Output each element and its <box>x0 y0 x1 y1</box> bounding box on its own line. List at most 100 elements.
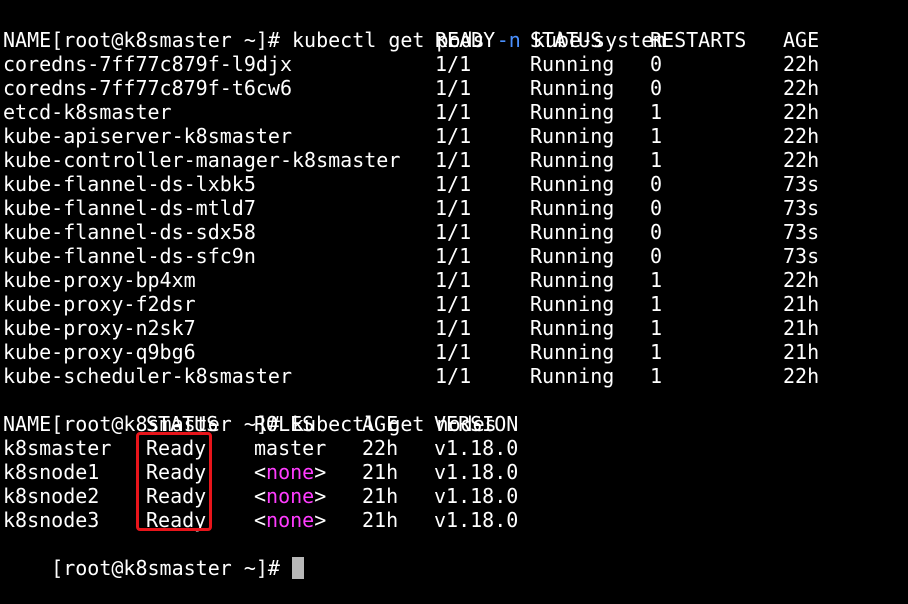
cell-ready: 1/1 <box>435 100 472 124</box>
cell-age: 73s <box>783 244 820 268</box>
cell-name: kube-flannel-ds-sdx58 <box>3 220 256 244</box>
text-cursor[interactable] <box>291 557 304 579</box>
cell-name: kube-flannel-ds-mtld7 <box>3 196 256 220</box>
cell-status: Running <box>530 364 615 388</box>
cell-roles: <none> <box>254 460 327 484</box>
cell-restarts: 0 <box>650 196 663 220</box>
cell-ready: 1/1 <box>435 148 472 172</box>
cell-status: Running <box>530 220 615 244</box>
cell-name: kube-apiserver-k8smaster <box>3 124 292 148</box>
cell-version: v1.18.0 <box>434 436 519 460</box>
cell-restarts: 0 <box>650 244 663 268</box>
cell-ready: 1/1 <box>435 220 472 244</box>
cell-name: kube-flannel-ds-sfc9n <box>3 244 256 268</box>
cell-restarts: 1 <box>650 268 663 292</box>
cell-ready: 1/1 <box>435 316 472 340</box>
cell-age: 73s <box>783 196 820 220</box>
cell-restarts: 1 <box>650 340 663 364</box>
cell-ready: 1/1 <box>435 268 472 292</box>
header-age: AGE <box>362 412 399 436</box>
header-ready: READY <box>435 28 496 52</box>
command-line-get-nodes: [root@k8smaster ~]# kubectl get nodes <box>3 388 497 436</box>
header-version: VERSION <box>434 412 519 436</box>
cell-age: 22h <box>783 100 820 124</box>
cell-age: 22h <box>783 148 820 172</box>
cell-name: etcd-k8smaster <box>3 100 172 124</box>
cell-age: 21h <box>362 460 399 484</box>
header-status: STATUS <box>530 28 603 52</box>
cell-name: kube-proxy-f2dsr <box>3 292 196 316</box>
cell-status: Running <box>530 196 615 220</box>
namespace-flag: -n <box>496 28 521 52</box>
cell-age: 21h <box>362 508 399 532</box>
cell-name: k8snode1 <box>3 460 100 484</box>
cell-name: kube-proxy-bp4xm <box>3 268 196 292</box>
cell-ready: 1/1 <box>435 52 472 76</box>
cell-roles: master <box>254 436 327 460</box>
cell-name: kube-proxy-n2sk7 <box>3 316 196 340</box>
cell-ready: 1/1 <box>435 244 472 268</box>
cell-restarts: 0 <box>650 76 663 100</box>
cell-age: 21h <box>783 340 820 364</box>
cell-age: 22h <box>783 124 820 148</box>
header-restarts: RESTARTS <box>650 28 747 52</box>
cell-restarts: 1 <box>650 124 663 148</box>
cell-status: Running <box>530 100 615 124</box>
cell-restarts: 0 <box>650 52 663 76</box>
cell-name: kube-scheduler-k8smaster <box>3 364 292 388</box>
cell-age: 22h <box>783 364 820 388</box>
shell-prompt: [root@k8smaster ~]# <box>51 28 280 52</box>
cell-restarts: 0 <box>650 172 663 196</box>
cell-ready: 1/1 <box>435 292 472 316</box>
cell-restarts: 1 <box>650 148 663 172</box>
cell-ready: 1/1 <box>435 364 472 388</box>
cell-status: Running <box>530 292 615 316</box>
command-line-current[interactable]: [root@k8smaster ~]# <box>3 532 304 580</box>
cell-age: 22h <box>783 52 820 76</box>
cell-roles: <none> <box>254 484 327 508</box>
cell-status: Running <box>530 316 615 340</box>
cell-status: Running <box>530 340 615 364</box>
cell-status: Running <box>530 172 615 196</box>
cell-version: v1.18.0 <box>434 460 519 484</box>
cell-ready: 1/1 <box>435 172 472 196</box>
cell-ready: 1/1 <box>435 76 472 100</box>
cell-restarts: 1 <box>650 292 663 316</box>
cell-age: 73s <box>783 220 820 244</box>
cell-status: Running <box>530 76 615 100</box>
cell-name: kube-proxy-q9bg6 <box>3 340 196 364</box>
cell-name: kube-controller-manager-k8smaster <box>3 148 401 172</box>
cell-version: v1.18.0 <box>434 508 519 532</box>
cell-name: coredns-7ff77c879f-t6cw6 <box>3 76 292 100</box>
cell-age: 21h <box>783 316 820 340</box>
cell-status: Running <box>530 244 615 268</box>
cell-name: k8smaster <box>3 436 112 460</box>
command-line-get-pods: [root@k8smaster ~]# kubectl get pods -n … <box>3 4 665 52</box>
cell-ready: 1/1 <box>435 340 472 364</box>
header-age: AGE <box>783 28 820 52</box>
cell-age: 22h <box>783 268 820 292</box>
status-highlight-box <box>136 432 212 531</box>
cell-restarts: 0 <box>650 220 663 244</box>
shell-prompt: [root@k8smaster ~]# <box>51 556 280 580</box>
cell-version: v1.18.0 <box>434 484 519 508</box>
cell-status: Running <box>530 268 615 292</box>
header-name: NAME <box>3 28 52 52</box>
cell-status: Running <box>530 148 615 172</box>
cell-restarts: 1 <box>650 316 663 340</box>
cell-name: kube-flannel-ds-lxbk5 <box>3 172 256 196</box>
header-roles: ROLES <box>254 412 315 436</box>
header-name: NAME <box>3 412 52 436</box>
cell-age: 21h <box>783 292 820 316</box>
cell-name: k8snode3 <box>3 508 100 532</box>
cell-status: Running <box>530 124 615 148</box>
cell-age: 21h <box>362 484 399 508</box>
cell-roles: <none> <box>254 508 327 532</box>
cell-name: k8snode2 <box>3 484 100 508</box>
cell-ready: 1/1 <box>435 124 472 148</box>
cell-restarts: 1 <box>650 100 663 124</box>
cell-age: 22h <box>783 76 820 100</box>
cell-restarts: 1 <box>650 364 663 388</box>
cell-status: Running <box>530 52 615 76</box>
cell-age: 73s <box>783 172 820 196</box>
